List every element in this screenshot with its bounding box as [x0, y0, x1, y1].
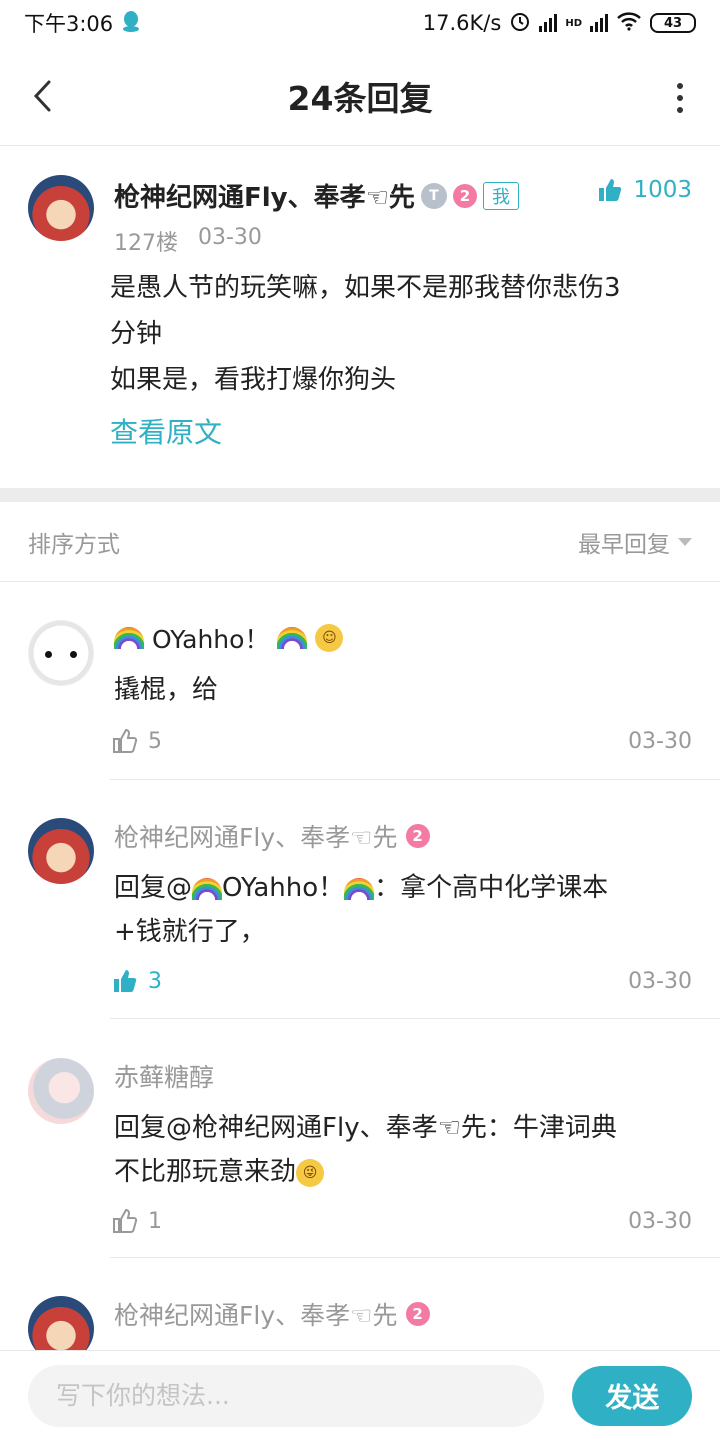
reply-text-line: ：牛津词典 — [486, 1113, 617, 1143]
silly-face-emoji-icon: 😜 — [296, 1158, 325, 1187]
reply-divider — [110, 1018, 720, 1019]
comment-input[interactable] — [28, 1364, 545, 1427]
reply-actions: 3 03-30 — [112, 968, 692, 994]
reply-item: OYahho！ ☺ 撬棍，给 5 03-30 — [0, 620, 720, 780]
level-badge: 2 — [405, 1302, 430, 1326]
sort-dropdown[interactable]: 最早回复 — [578, 525, 692, 559]
level-badge: 2 — [452, 183, 477, 208]
thumbs-up-outline-icon — [113, 1208, 138, 1233]
reply-actions: 5 03-30 — [112, 728, 692, 754]
rainbow-emoji-icon — [344, 877, 375, 900]
signal-hd-icon — [590, 14, 608, 32]
reply-author[interactable]: 赤藓糖醇 — [114, 1058, 214, 1094]
post-body: 是愚人节的玩笑嘛，如果不是那我替你悲伤3 分钟 如果是，看我打爆你狗头 — [110, 265, 700, 403]
reply-text: 撬棍，给 — [114, 675, 219, 705]
sort-selected: 最早回复 — [578, 531, 670, 558]
reply-author-name: 枪神纪网通Fly、奉孝☜先 — [114, 1301, 398, 1330]
rainbow-emoji-icon — [277, 627, 308, 649]
reply-author-name: 赤藓糖醇 — [114, 1063, 215, 1092]
back-button[interactable] — [22, 76, 62, 116]
page-title: 24条回复 — [287, 78, 433, 118]
sort-label: 排序方式 — [28, 531, 120, 558]
view-original-link[interactable]: 查看原文 — [110, 411, 222, 451]
reply-like-button[interactable]: 3 — [112, 968, 162, 994]
more-dot-icon — [677, 95, 683, 101]
post-meta: 127楼 03-30 — [114, 225, 262, 257]
chevron-left-icon — [33, 80, 51, 112]
avatar[interactable] — [28, 1296, 94, 1350]
reply-target[interactable]: OYahho！ — [222, 873, 344, 903]
reply-item: 枪神纪网通Fly、奉孝☜先 2 回复@ OYahho！ ：拿个高中化学课本 +钱就行… — [0, 818, 720, 1018]
post-floor: 127楼 — [114, 231, 178, 256]
reply-item: 赤藓糖醇 回复@枪神纪网通Fly、奉孝☜先：牛津词典 不比那玩意来劲 😜 1 03… — [0, 1058, 720, 1258]
title-badge-icon: T — [420, 182, 447, 209]
reply-target[interactable]: 枪神纪网通Fly、奉孝☜先 — [192, 1113, 487, 1143]
reply-item: 枪神纪网通Fly、奉孝☜先 2 — [0, 1296, 720, 1350]
reply-prefix: 回复@ — [114, 873, 193, 903]
post-date: 03-30 — [198, 225, 262, 250]
post-body-line: 分钟 — [110, 319, 163, 349]
wifi-icon — [616, 11, 642, 36]
send-button[interactable]: 发送 — [572, 1365, 692, 1426]
alarm-icon — [509, 10, 531, 37]
post-body-line: 如果是，看我打爆你狗头 — [110, 365, 397, 395]
section-divider — [0, 488, 720, 502]
main-post: 枪神纪网通Fly、奉孝☜先 T 2 我 1003 127楼 03-30 是愚人节… — [0, 147, 720, 487]
status-time: 下午3:06 — [24, 12, 114, 36]
sort-bar: 排序方式 最早回复 — [0, 502, 720, 582]
more-dot-icon — [677, 107, 683, 113]
thumbs-up-icon — [599, 179, 622, 201]
status-bar: 下午3:06 17.6K/s HD 43 — [0, 0, 720, 46]
level-badge: 2 — [405, 824, 430, 848]
avatar[interactable] — [28, 1058, 94, 1124]
reply-prefix: 回复@ — [114, 1113, 193, 1143]
rainbow-emoji-icon — [114, 627, 144, 649]
net-speed: 17.6K/s — [422, 11, 502, 35]
caret-down-icon — [678, 537, 692, 546]
reply-text: 回复@枪神纪网通Fly、奉孝☜先：牛津词典 不比那玩意来劲 😜 — [114, 1106, 694, 1194]
header: 24条回复 — [0, 46, 720, 146]
reply-author-name: OYahho！ — [152, 625, 270, 654]
reply-author[interactable]: 枪神纪网通Fly、奉孝☜先 2 — [114, 818, 430, 854]
rainbow-emoji-icon — [192, 877, 223, 900]
reply-text-line: +钱就行了， — [114, 917, 266, 947]
avatar[interactable] — [28, 818, 94, 884]
avatar[interactable] — [28, 175, 94, 241]
reply-like-count: 1 — [148, 1208, 162, 1234]
battery-level: 43 — [663, 15, 683, 31]
avatar[interactable] — [28, 620, 94, 686]
avatar-emoji-icon: ☺ — [315, 624, 344, 652]
hd-label: HD — [565, 17, 582, 29]
thumbs-up-outline-icon — [113, 728, 138, 753]
reply-divider — [110, 779, 720, 780]
reply-author[interactable]: 枪神纪网通Fly、奉孝☜先 2 — [114, 1296, 430, 1332]
battery-icon: 43 — [650, 13, 696, 33]
reply-divider — [110, 1257, 720, 1258]
reply-date: 03-30 — [628, 968, 692, 994]
post-author-name: 枪神纪网通Fly、奉孝☜先 — [114, 183, 415, 213]
reply-author[interactable]: OYahho！ ☺ — [114, 620, 344, 656]
reply-like-button[interactable]: 5 — [112, 728, 162, 754]
reply-author-name: 枪神纪网通Fly、奉孝☜先 — [114, 823, 398, 852]
post-like-count: 1003 — [633, 177, 692, 203]
reply-text-line: 不比那玩意来劲 — [114, 1157, 297, 1187]
thumbs-up-icon — [114, 970, 137, 992]
reply-like-button[interactable]: 1 — [112, 1208, 162, 1234]
post-author[interactable]: 枪神纪网通Fly、奉孝☜先 T 2 我 — [114, 177, 519, 214]
me-badge: 我 — [482, 181, 519, 210]
reply-date: 03-30 — [628, 728, 692, 754]
reply-actions: 1 03-30 — [112, 1208, 692, 1234]
reply-like-count: 5 — [148, 728, 162, 754]
reply-text: 回复@ OYahho！ ：拿个高中化学课本 +钱就行了， — [114, 866, 694, 954]
reply-date: 03-30 — [628, 1208, 692, 1234]
comment-composer: 发送 — [0, 1350, 720, 1440]
post-body-line: 是愚人节的玩笑嘛，如果不是那我替你悲伤3 — [110, 273, 621, 303]
reply-text-line: ：拿个高中化学课本 — [374, 873, 609, 903]
more-dot-icon — [677, 83, 683, 89]
post-like-button[interactable]: 1003 — [597, 177, 692, 203]
qq-icon — [121, 10, 141, 37]
reply-like-count: 3 — [148, 968, 162, 994]
more-button[interactable] — [670, 78, 690, 118]
signal-icon — [539, 14, 558, 32]
